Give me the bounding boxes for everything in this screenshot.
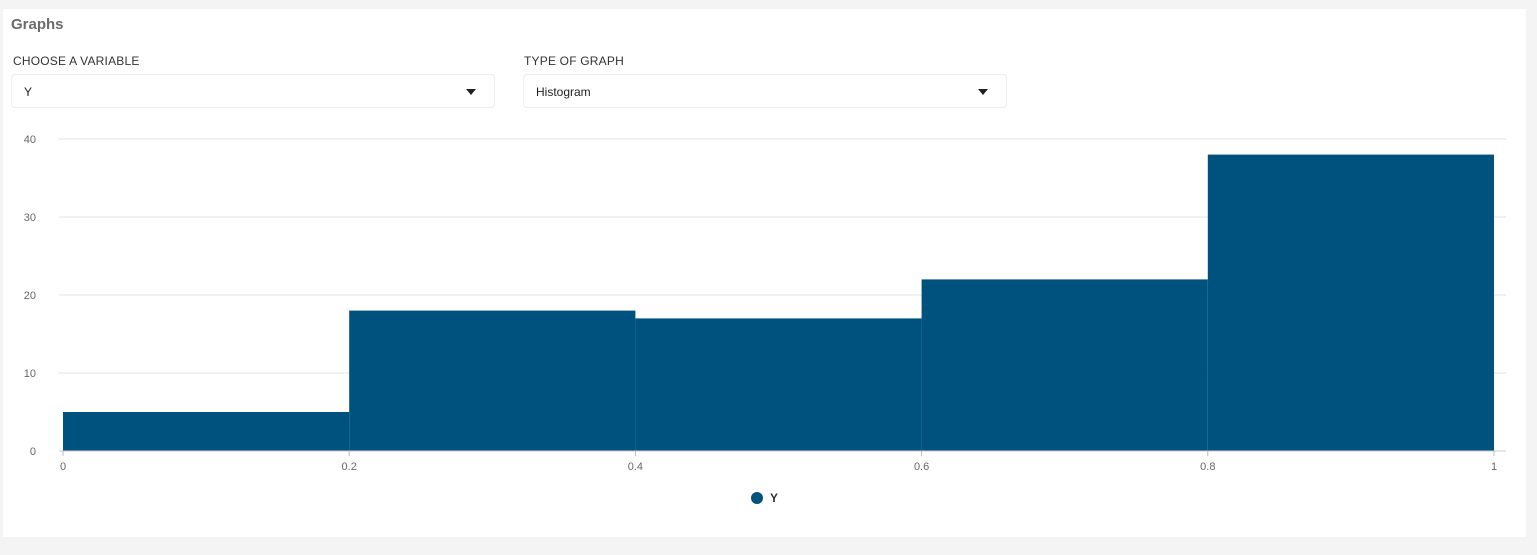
legend-label: Y — [770, 491, 778, 505]
histogram-bar — [63, 412, 350, 451]
x-tick-label: 0.4 — [628, 461, 643, 473]
histogram-bar — [635, 318, 922, 451]
histogram-bar — [921, 279, 1208, 451]
histogram-bar — [349, 310, 636, 451]
x-tick-label: 1 — [1491, 461, 1497, 473]
x-tick-label: 0.6 — [914, 461, 929, 473]
legend-marker — [751, 492, 763, 504]
graphs-panel: Graphs CHOOSE A VARIABLE Y TYPE OF GRAPH… — [3, 9, 1526, 537]
x-tick-label: 0.8 — [1200, 461, 1215, 473]
y-tick-label: 0 — [30, 446, 36, 458]
x-tick-label: 0.2 — [342, 461, 357, 473]
x-tick-label: 0 — [60, 461, 66, 473]
histogram-chart: 0 10 20 30 40 0 0.2 0.4 0.6 0.8 1 Y — [24, 134, 1506, 505]
y-tick-label: 40 — [24, 134, 36, 146]
y-tick-label: 20 — [24, 290, 36, 302]
y-tick-label: 30 — [24, 212, 36, 224]
y-tick-label: 10 — [24, 368, 36, 380]
histogram-bar — [1207, 154, 1494, 451]
